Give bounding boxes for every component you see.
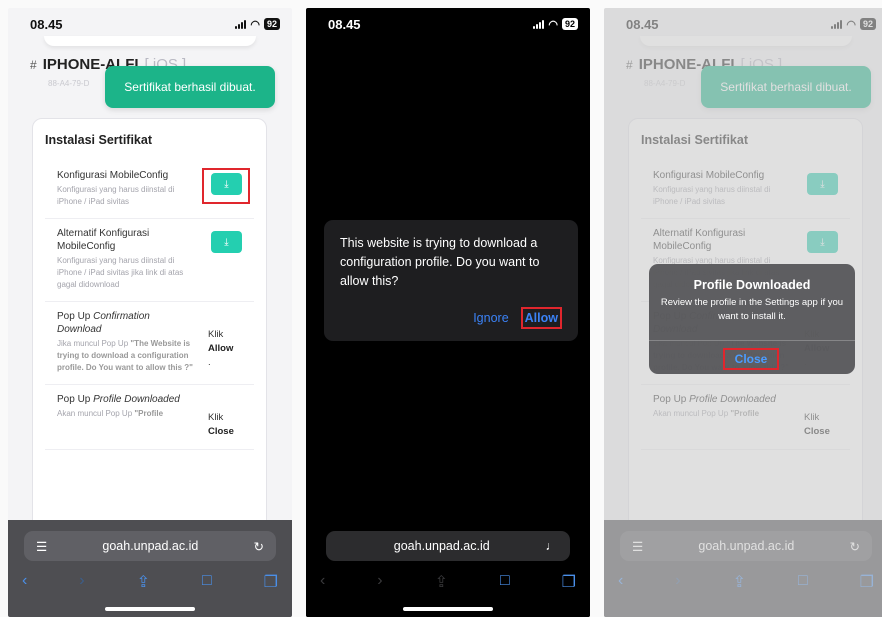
card-title: Instalasi Sertifikat [45,133,152,147]
safari-toolbar: ☰ goah.unpad.ac.id ↻ ‹ › ⇪ □ ❐ [8,520,292,617]
address-bar[interactable]: goah.unpad.ac.id ♩ [326,531,570,561]
item-title: Konfigurasi MobileConfig [57,170,169,181]
alert-message: This website is trying to download a con… [340,236,540,288]
list-item: Pop Up Profile Downloaded Akan muncul Po… [45,385,254,450]
list-item: Pop Up Confirmation Download Jika muncul… [45,302,254,385]
bookmarks-icon[interactable]: □ [500,572,510,592]
signal-icon [235,19,247,29]
share-icon[interactable]: ⇪ [137,572,150,592]
dialog-message: Review the profile in the Settings app i… [660,297,844,322]
status-time: 08.45 [30,16,63,32]
device-hash: # [30,58,37,72]
forward-icon[interactable]: › [377,572,382,592]
bookmarks-icon[interactable]: □ [202,572,212,592]
address-bar[interactable]: ☰ goah.unpad.ac.id ↻ [24,531,276,561]
item-title: Pop Up Confirmation Download [57,311,150,335]
download-button-alt[interactable]: ⤓ [211,231,242,253]
list-item: Alternatif Konfigurasi MobileConfig Konf… [45,219,254,302]
dialog-divider [649,340,855,341]
status-time: 08.45 [328,16,361,32]
download-profile-alert: This website is trying to download a con… [324,220,578,341]
item-desc: Akan muncul Pop Up "Profile [57,409,164,418]
instruction-action: KlikAllow. [208,329,234,368]
highlight-box [202,168,250,204]
tutorial-screenshots: 08.45 ◠ 92 # IPHONE-ALFI [ iOS ] 88-A4-7… [0,0,882,617]
success-toast: Sertifikat berhasil dibuat. [105,66,275,108]
url-text: goah.unpad.ac.id [393,539,490,553]
back-icon[interactable]: ‹ [22,572,27,592]
home-indicator [105,607,195,611]
home-indicator [403,607,493,611]
back-icon[interactable]: ‹ [320,572,325,592]
phone-screen-confirm: 08.45 ◠ 92 This website is trying to dow… [306,8,590,617]
page-menu-icon[interactable]: ☰ [36,539,47,554]
item-desc: Konfigurasi yang harus diinstal di iPhon… [57,256,184,289]
phone-screen-downloaded: 08.45 ◠ 92 # IPHONE-ALFI [ iOS ] 88-A4-7… [604,8,882,617]
status-icons: ◠ 92 [235,18,280,31]
battery-indicator: 92 [263,18,280,30]
signal-icon [533,19,545,29]
status-bar: 08.45 ◠ 92 [8,8,292,40]
mic-icon[interactable]: ♩ [545,539,558,553]
phone-screen-install: 08.45 ◠ 92 # IPHONE-ALFI [ iOS ] 88-A4-7… [8,8,292,617]
item-title: Pop Up Profile Downloaded [57,394,180,405]
wifi-icon: ◠ [548,18,558,31]
forward-icon[interactable]: › [79,572,84,592]
dialog-title: Profile Downloaded [693,278,811,292]
item-title: Alternatif Konfigurasi MobileConfig [57,228,150,252]
ignore-button[interactable]: Ignore [473,311,508,325]
safari-toolbar: goah.unpad.ac.id ♩ ‹ › ⇪ □ ❐ [306,520,590,617]
allow-button[interactable]: Allow [520,307,562,329]
wifi-icon: ◠ [250,18,260,31]
item-desc: Konfigurasi yang harus diinstal di iPhon… [57,185,175,206]
nav-toolbar: ‹ › ⇪ □ ❐ [320,572,576,592]
profile-downloaded-dialog: Profile Downloaded Review the profile in… [649,264,855,374]
reload-icon[interactable]: ↻ [254,539,264,554]
tabs-icon[interactable]: ❐ [562,572,576,592]
download-icon: ⤓ [224,236,229,248]
battery-indicator: 92 [561,18,578,30]
share-icon[interactable]: ⇪ [435,572,448,592]
url-text: goah.unpad.ac.id [102,539,199,553]
close-button[interactable]: Close [723,348,779,370]
status-icons: ◠ 92 [533,18,578,31]
tabs-icon[interactable]: ❐ [264,572,278,592]
nav-toolbar: ‹ › ⇪ □ ❐ [22,572,278,592]
item-desc: Jika muncul Pop Up "The Website is tryin… [57,339,193,372]
instruction-action: KlikClose [208,412,234,437]
status-bar: 08.45 ◠ 92 [306,8,590,40]
